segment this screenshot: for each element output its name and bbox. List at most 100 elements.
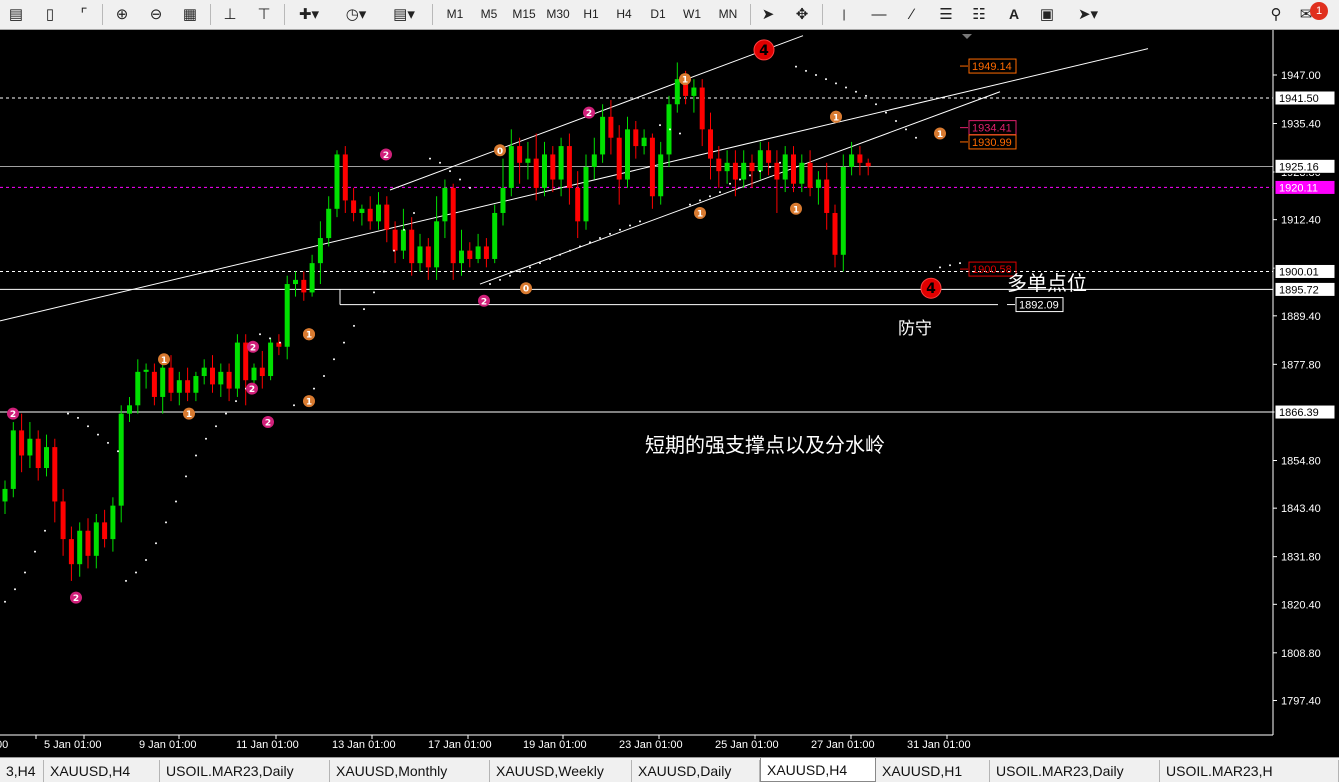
autoscroll-icon[interactable]: ⊥ — [220, 3, 240, 25]
wave-marker-label: 2 — [586, 109, 592, 119]
horizontal-line-icon[interactable]: — — [868, 3, 890, 25]
indicators-icon[interactable]: ✚▾ — [294, 3, 324, 25]
text-label-icon[interactable]: ▣ — [1036, 3, 1058, 25]
timeframe-button-m5[interactable]: M5 — [476, 3, 502, 25]
chart-tab[interactable]: XAUUSD,H4 — [44, 760, 160, 782]
sar-dot — [749, 174, 751, 177]
wave-marker-label: 1 — [306, 331, 312, 341]
trendline-icon[interactable]: ∕ — [902, 3, 922, 25]
stop-loss-annotation: 防守 — [898, 319, 932, 339]
crosshair-icon[interactable]: ✥ — [792, 3, 812, 25]
sar-dot — [599, 237, 601, 240]
wave-marker-label: 1 — [937, 130, 943, 140]
candle-body — [326, 208, 332, 239]
zoom-in-icon[interactable]: ⊕ — [112, 3, 132, 25]
candle-body — [135, 371, 141, 406]
timeframe-button-w1[interactable]: W1 — [680, 3, 704, 25]
timeframe-button-h1[interactable]: H1 — [578, 3, 604, 25]
candle-body — [168, 367, 174, 393]
chart-tab[interactable]: 3,H4 — [0, 760, 44, 782]
candle-body — [525, 158, 531, 163]
chart-tab[interactable]: XAUUSD,Weekly — [490, 760, 632, 782]
sar-dot — [815, 74, 817, 76]
sar-dot — [549, 257, 551, 260]
candle-body — [600, 116, 606, 155]
sar-dot — [107, 441, 109, 444]
chart-price-label: 1900.58 — [972, 264, 1012, 276]
timeframe-button-h4[interactable]: H4 — [612, 3, 636, 25]
channel-icon[interactable]: ☰ — [934, 3, 958, 25]
timeframe-button-m30[interactable]: M30 — [543, 3, 573, 25]
chart-tab[interactable]: USOIL.MAR23,Daily — [160, 760, 330, 782]
candle-body — [317, 238, 323, 264]
bar-chart-icon[interactable]: ▤ — [6, 3, 26, 25]
candle-body — [201, 367, 207, 377]
sar-dot — [699, 199, 701, 202]
sar-dot — [393, 249, 395, 252]
wave-marker-label: 1 — [306, 398, 312, 408]
fibonacci-icon[interactable]: ☷ — [968, 3, 990, 25]
sar-dot — [195, 454, 197, 457]
chart-tab[interactable]: XAUUSD,H1 — [876, 760, 990, 782]
sar-dot — [835, 82, 837, 85]
candle-body — [782, 154, 788, 180]
sar-dot — [805, 69, 807, 72]
candle-body — [508, 146, 514, 188]
price-chart[interactable]: 1947.001935.401923.801912.401900.801889.… — [0, 30, 1339, 757]
line-chart-icon[interactable]: ⌜ — [74, 3, 94, 25]
sar-dot — [539, 262, 541, 265]
chart-tab[interactable]: XAUUSD,Daily — [632, 760, 760, 782]
vertical-line-icon[interactable]: | — [834, 3, 854, 25]
candle-body — [392, 229, 398, 251]
candle-body — [367, 208, 373, 222]
chart-tab[interactable]: USOIL.MAR23,H — [1160, 760, 1339, 782]
timeframe-button-m1[interactable]: M1 — [442, 3, 468, 25]
candle-body — [832, 212, 838, 255]
candlestick-icon[interactable]: ▯ — [40, 3, 60, 25]
sar-dot — [905, 128, 907, 131]
sar-dot — [759, 170, 761, 173]
price-tick-label: 1877.80 — [1281, 359, 1321, 371]
sar-dot — [569, 249, 571, 252]
sar-dot — [67, 412, 69, 415]
arrows-icon[interactable]: ➤▾ — [1070, 3, 1106, 25]
candle-body — [774, 162, 780, 180]
cursor-icon[interactable]: ➤ — [758, 3, 778, 25]
candle-body — [434, 221, 440, 268]
sar-dot — [145, 559, 147, 561]
wave-marker-label: 0 — [523, 285, 529, 295]
time-tick-label: 27 Jan 01:00 — [811, 739, 875, 751]
sar-dot — [639, 220, 641, 223]
chart-canvas[interactable]: 1947.001935.401923.801912.401900.801889.… — [0, 30, 1339, 757]
candle-body — [857, 154, 863, 163]
price-label: 1925.16 — [1279, 161, 1319, 173]
candle-body — [616, 137, 622, 180]
chart-tab[interactable]: XAUUSD,H4 — [760, 758, 876, 782]
candle-body — [160, 367, 166, 397]
timeframe-button-m15[interactable]: M15 — [509, 3, 539, 25]
candle-body — [641, 137, 647, 147]
sar-dot — [579, 245, 581, 248]
search-icon[interactable]: ⚲ — [1266, 3, 1286, 25]
notification-badge[interactable]: 1 — [1310, 2, 1328, 20]
time-tick-label: 31 Jan 01:00 — [907, 739, 971, 751]
templates-icon[interactable]: ▤▾ — [386, 3, 422, 25]
chart-tab[interactable]: USOIL.MAR23,Daily — [990, 760, 1160, 782]
sar-dot — [235, 400, 237, 403]
candle-body — [459, 250, 464, 264]
chart-price-label: 1892.09 — [1019, 300, 1059, 312]
sar-dot — [117, 450, 119, 453]
price-tick-label: 1935.40 — [1281, 119, 1321, 131]
candle-body — [234, 342, 240, 389]
periods-clock-icon[interactable]: ◷▾ — [338, 3, 374, 25]
candle-body — [68, 539, 74, 565]
chart-shift-icon[interactable]: ⊤ — [254, 3, 274, 25]
zoom-out-icon[interactable]: ⊖ — [146, 3, 166, 25]
tile-windows-icon[interactable]: ▦ — [180, 3, 200, 25]
chart-tab[interactable]: XAUUSD,Monthly — [330, 760, 490, 782]
timeframe-button-mn[interactable]: MN — [714, 3, 742, 25]
text-tool-button[interactable]: A — [1004, 3, 1024, 25]
sar-dot — [865, 94, 867, 97]
timeframe-button-d1[interactable]: D1 — [646, 3, 670, 25]
wave-marker-label: 2 — [249, 385, 255, 395]
